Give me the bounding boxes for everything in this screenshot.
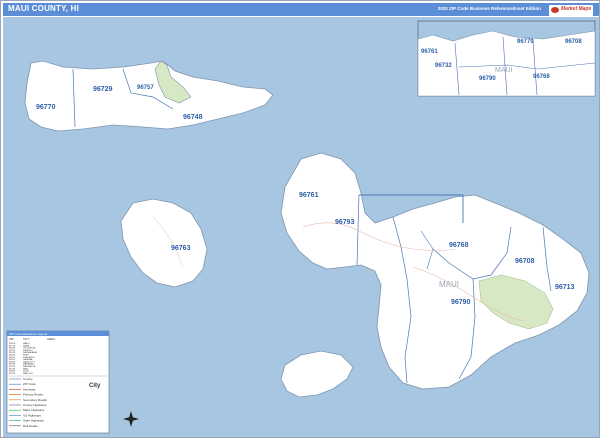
zip-label: 96761: [299, 192, 319, 199]
title-bar: MAUI COUNTY, HI 2020 ZIP Code Business R…: [3, 3, 599, 16]
brand-logo: Market Maps: [549, 5, 593, 16]
legend-symbol-label: Secondary Roads: [23, 398, 47, 402]
legend-column-header: ZIP: [9, 337, 14, 341]
zip-label: 96793: [335, 219, 355, 226]
legend-cell: WAILUKU: [23, 372, 33, 375]
zip-label: 96757: [137, 85, 154, 91]
inset-map[interactable]: 96761 96732 96779 96708 96790 96768 MAUI: [417, 20, 596, 97]
zip-label: 96729: [93, 86, 113, 93]
map-subtitle: 2020 ZIP Code Business Reference/Inset E…: [437, 6, 541, 11]
inset-zip-label: 96790: [479, 76, 496, 82]
legend-symbol-label: ZIP Code: [23, 382, 36, 386]
legend-symbol-label: Major Highways: [23, 408, 45, 412]
inset-zip-label: 96761: [421, 49, 438, 55]
legend-column-header: CITY: [23, 337, 30, 341]
region-label: MAUI: [439, 280, 459, 289]
map-canvas[interactable]: 96770 96729 96757 96748 96761 96793 9676…: [3, 17, 599, 437]
legend-cell: 96793: [9, 373, 16, 375]
legend-column-header: AREA: [47, 337, 55, 341]
inset-zip-label: 96768: [533, 74, 550, 80]
inset-zip-label: 96779: [517, 39, 534, 45]
legend-symbol-label: Interstate: [23, 387, 36, 391]
legend-symbol-label: State Highways: [23, 419, 44, 423]
legend-symbol-label: County: [23, 377, 33, 381]
legend-title: ZIP Code Reference Legend: [9, 332, 47, 336]
legend-symbol-label: Rail Roads: [23, 424, 38, 428]
inset-zip-label: 96708: [565, 39, 582, 45]
zip-label: 96713: [555, 284, 575, 291]
brand-mark-icon: [551, 7, 559, 13]
legend-symbol-label: County Highways: [23, 403, 47, 407]
legend: ZIP Code Reference Legend ZIP CITY AREA …: [6, 330, 110, 434]
inset-zip-label: 96732: [435, 63, 452, 69]
zip-label: 96770: [36, 104, 56, 111]
brand-name: Market Maps: [561, 6, 592, 12]
zip-label: 96768: [449, 242, 469, 249]
zip-label: 96748: [183, 114, 203, 121]
zip-label: 96763: [171, 245, 191, 252]
map-title: MAUI COUNTY, HI: [8, 4, 79, 13]
legend-scale-label: City: [89, 383, 101, 389]
map-frame: MAUI COUNTY, HI 2020 ZIP Code Business R…: [0, 0, 600, 438]
legend-symbol-label: US Highways: [23, 413, 42, 417]
map-svg[interactable]: 96770 96729 96757 96748 96761 96793 9676…: [3, 17, 599, 437]
zip-label: 96790: [451, 299, 471, 306]
zip-label: 96708: [515, 258, 535, 265]
legend-symbol-label: Primary Roads: [23, 393, 43, 397]
inset-region-label: MAUI: [495, 67, 513, 74]
